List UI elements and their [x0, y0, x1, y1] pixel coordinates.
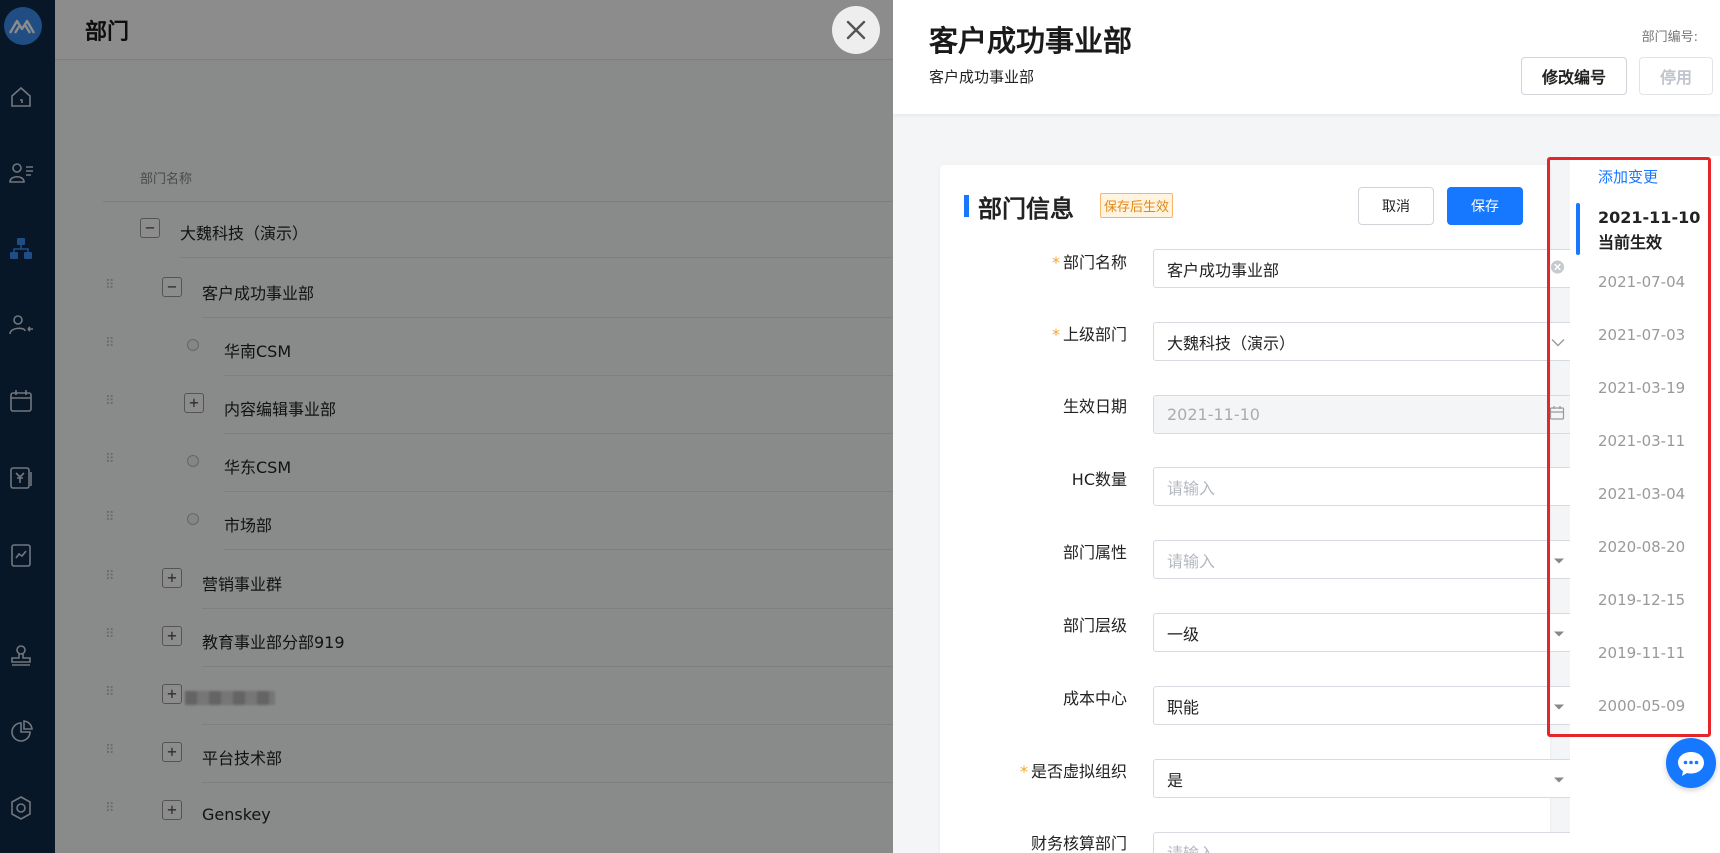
close-icon	[846, 20, 866, 40]
card-title: 部门信息	[978, 195, 1074, 223]
hc-count-input[interactable]: 请输入	[1153, 467, 1578, 506]
department-info-card: 部门信息 保存后生效 取消 保存 * 部门名称 客户成功事业部 * 上级部门 大魏科…	[940, 165, 1578, 853]
field-label: * 上级部门	[1051, 325, 1127, 344]
field-label: 成本中心	[1062, 689, 1127, 708]
parent-department-select[interactable]: 大魏科技（演示）	[1153, 322, 1578, 361]
drawer-title: 客户成功事业部	[929, 24, 1133, 58]
modal-overlay[interactable]	[0, 0, 893, 853]
department-attribute-select[interactable]: 请输入	[1153, 540, 1578, 579]
chat-bubble-icon	[1678, 752, 1704, 776]
required-mark-icon: *	[1051, 325, 1060, 344]
field-label: 部门层级	[1062, 616, 1127, 635]
effective-date-input[interactable]: 2021-11-10	[1153, 395, 1578, 434]
section-accent-bar	[964, 195, 969, 217]
field-label: 生效日期	[1062, 397, 1127, 416]
disable-button[interactable]: 停用	[1639, 57, 1713, 95]
finance-department-select[interactable]: 请输入	[1153, 832, 1578, 853]
caret-down-icon	[1553, 769, 1565, 788]
cancel-button[interactable]: 取消	[1358, 187, 1434, 225]
pending-status-tag: 保存后生效	[1100, 193, 1174, 218]
field-label: * 部门名称	[1051, 253, 1127, 272]
chat-support-button[interactable]	[1666, 738, 1716, 788]
field-label: 财务核算部门	[1030, 834, 1127, 853]
drawer-header: 客户成功事业部 客户成功事业部 部门编号: 修改编号 停用	[893, 0, 1720, 114]
field-label: HC数量	[1071, 470, 1127, 489]
required-mark-icon: *	[1019, 762, 1028, 781]
virtual-org-select[interactable]: 是	[1153, 759, 1578, 798]
department-code-label: 部门编号:	[1641, 30, 1698, 45]
required-mark-icon: *	[1051, 253, 1060, 272]
edit-code-button[interactable]: 修改编号	[1521, 57, 1627, 95]
cost-center-select[interactable]: 职能	[1153, 686, 1578, 725]
save-button[interactable]: 保存	[1447, 187, 1523, 225]
department-level-select[interactable]: 一级	[1153, 613, 1578, 652]
close-drawer-button[interactable]	[832, 6, 880, 54]
department-name-input[interactable]: 客户成功事业部	[1153, 249, 1578, 288]
drawer-subtitle: 客户成功事业部	[929, 68, 1035, 86]
field-label: 部门属性	[1062, 543, 1127, 562]
highlight-box	[1547, 157, 1711, 737]
field-label: * 是否虚拟组织	[1019, 762, 1127, 781]
